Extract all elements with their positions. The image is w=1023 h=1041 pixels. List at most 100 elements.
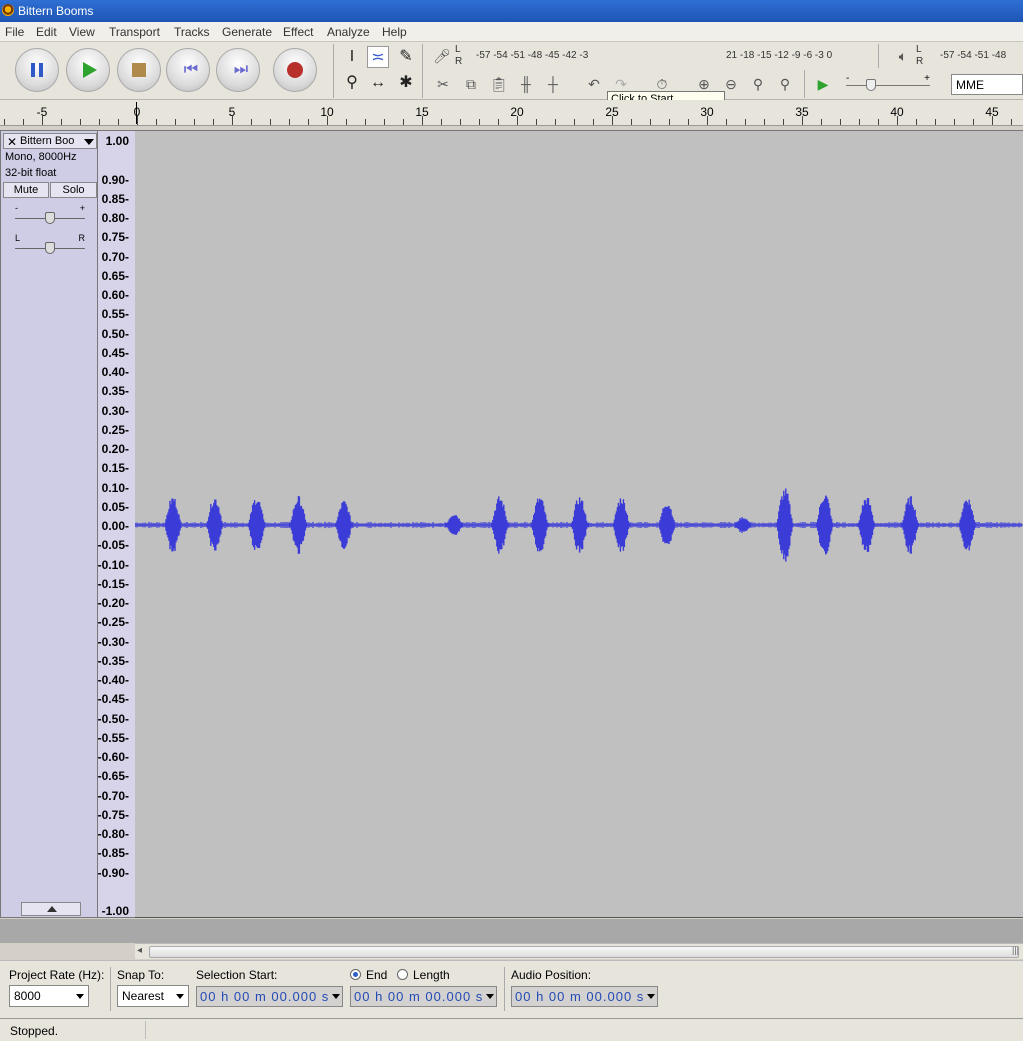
selection-start-time[interactable]: 00 h 00 m 00.000 s <box>196 986 343 1007</box>
skip-to-end-button[interactable]: ⏭ <box>216 48 260 92</box>
amplitude-label: 0.60- <box>101 288 129 302</box>
play-at-speed-button[interactable]: ▶ <box>813 74 833 94</box>
status-bar: Stopped. <box>0 1018 1023 1041</box>
skip-to-start-button[interactable]: ⏮ <box>166 48 210 92</box>
scroll-left-arrow-icon[interactable]: ◂ <box>137 945 142 956</box>
ruler-tick <box>498 119 499 125</box>
empty-track-area[interactable] <box>0 919 1023 943</box>
ruler-tick <box>42 116 43 125</box>
menu-effect[interactable]: Effect <box>283 25 313 39</box>
scissors-icon: ✂ <box>437 76 449 92</box>
menu-generate[interactable]: Generate <box>222 25 272 39</box>
menu-transport[interactable]: Transport <box>109 25 160 39</box>
amplitude-label: 0.65- <box>101 268 129 283</box>
zoom-in-button[interactable]: ⊕ <box>694 74 714 94</box>
ruler-tick <box>327 116 328 125</box>
fit-project-button[interactable]: ⚲ <box>775 74 795 94</box>
ruler-tick <box>213 119 214 125</box>
slider-thumb[interactable] <box>866 79 876 91</box>
waveform-svg <box>134 488 1023 562</box>
playback-meter[interactable]: -57 -54 -51 -48 <box>926 46 1023 64</box>
silence-button[interactable]: ┼ <box>543 74 563 94</box>
end-label: End <box>366 968 388 982</box>
ruler-tick <box>593 119 594 125</box>
track-name-menu[interactable]: Bittern Boo <box>20 135 74 147</box>
selection-tool[interactable]: I <box>341 46 363 68</box>
toolbar-separator <box>333 44 334 98</box>
record-button[interactable] <box>273 48 317 92</box>
track-menu-dropdown-icon[interactable] <box>84 139 94 145</box>
paste-button[interactable]: 📋︎ <box>489 74 509 94</box>
waveform-display[interactable] <box>134 130 1023 918</box>
project-rate-label: Project Rate (Hz): <box>9 968 105 982</box>
record-meter[interactable]: -57 -54 -51 -48 -45 -42 -3 21 -18 -15 -1… <box>464 46 874 64</box>
menu-edit[interactable]: Edit <box>36 25 57 39</box>
gain-minus-label: - <box>15 203 18 213</box>
snap-to-select[interactable]: Nearest <box>117 985 189 1007</box>
ruler-tick <box>1011 119 1012 125</box>
mute-button[interactable]: Mute <box>3 182 49 198</box>
track-header[interactable]: ✕ Bittern Boo <box>3 133 97 149</box>
solo-button[interactable]: Solo <box>50 182 97 198</box>
stop-button[interactable] <box>117 48 161 92</box>
amplitude-label: -0.60- <box>97 750 129 764</box>
gain-thumb[interactable] <box>45 212 55 224</box>
ruler-tick <box>897 116 898 125</box>
draw-tool[interactable]: ✎ <box>395 46 417 68</box>
zoom-tool[interactable]: ⚲ <box>341 72 363 94</box>
time-shift-tool[interactable]: ↔ <box>367 72 389 94</box>
horizontal-scrollbar[interactable]: ◂ ||| <box>135 943 1023 959</box>
menu-view[interactable]: View <box>69 25 95 39</box>
timeline-ruler[interactable]: -5 0 5 10 15 20 25 30 35 40 45 <box>0 100 1023 126</box>
undo-button[interactable]: ↶ <box>584 74 604 94</box>
zoom-out-button[interactable]: ⊖ <box>721 74 741 94</box>
project-rate-select[interactable]: 8000 <box>9 985 89 1007</box>
amplitude-label: -0.30- <box>97 634 129 649</box>
ruler-tick <box>137 116 138 125</box>
toolbar-separator <box>422 44 423 98</box>
audio-host-select[interactable]: MME <box>951 74 1023 95</box>
redo-button[interactable]: ↷ <box>611 74 631 94</box>
menu-tracks[interactable]: Tracks <box>174 25 210 39</box>
length-radio[interactable] <box>397 969 408 980</box>
close-track-icon[interactable]: ✕ <box>7 135 17 149</box>
end-radio[interactable] <box>350 969 361 980</box>
trim-icon: ╫ <box>521 76 531 92</box>
record-meter-left-label: L <box>455 44 461 55</box>
cut-button[interactable]: ✂ <box>433 74 453 94</box>
sync-lock-button[interactable]: ⏱ <box>652 74 672 94</box>
selection-end-time[interactable]: 00 h 00 m 00.000 s <box>350 986 497 1007</box>
speaker-icon[interactable]: 🔈︎ <box>893 46 913 66</box>
toolbar-separator <box>878 44 879 68</box>
scrollbar-thumb[interactable] <box>149 946 1019 958</box>
amplitude-ruler[interactable]: 1.00 0.90- 0.85- 0.80- 0.75- 0.70- 0.65- 0.60- 0… <box>98 130 135 918</box>
selection-start-value: 00 h 00 m 00.000 s <box>200 989 330 1004</box>
microphone-icon[interactable]: 🎤︎ <box>432 46 452 66</box>
trim-button[interactable]: ╫ <box>516 74 536 94</box>
amplitude-label: -0.70- <box>97 788 129 803</box>
playback-speed-slider[interactable]: - + <box>846 73 930 93</box>
audio-position-time[interactable]: 00 h 00 m 00.000 s <box>511 986 658 1007</box>
fit-selection-button[interactable]: ⚲ <box>748 74 768 94</box>
copy-button[interactable]: ⧉ <box>461 74 481 94</box>
pan-slider[interactable]: L R <box>15 233 85 255</box>
pause-button[interactable] <box>15 48 59 92</box>
play-position-marker[interactable] <box>136 102 137 124</box>
amplitude-label: 0.40- <box>101 365 129 379</box>
asterisk-icon: ✱ <box>399 74 413 91</box>
menu-analyze[interactable]: Analyze <box>327 25 370 39</box>
ruler-tick <box>61 119 62 125</box>
collapse-track-button[interactable] <box>21 902 81 916</box>
menu-file[interactable]: File <box>5 25 24 39</box>
play-button[interactable] <box>66 48 110 92</box>
multi-tool[interactable]: ✱ <box>395 72 417 94</box>
ruler-tick <box>764 119 765 125</box>
gain-slider[interactable]: - + <box>15 203 85 225</box>
pan-thumb[interactable] <box>45 242 55 254</box>
ruler-tick <box>669 119 670 125</box>
menu-help[interactable]: Help <box>382 25 407 39</box>
envelope-tool[interactable]: ≍ <box>367 46 389 68</box>
pause-icon <box>31 63 43 77</box>
title-bar: Bittern Booms <box>0 0 1023 22</box>
ruler-tick <box>232 116 233 125</box>
